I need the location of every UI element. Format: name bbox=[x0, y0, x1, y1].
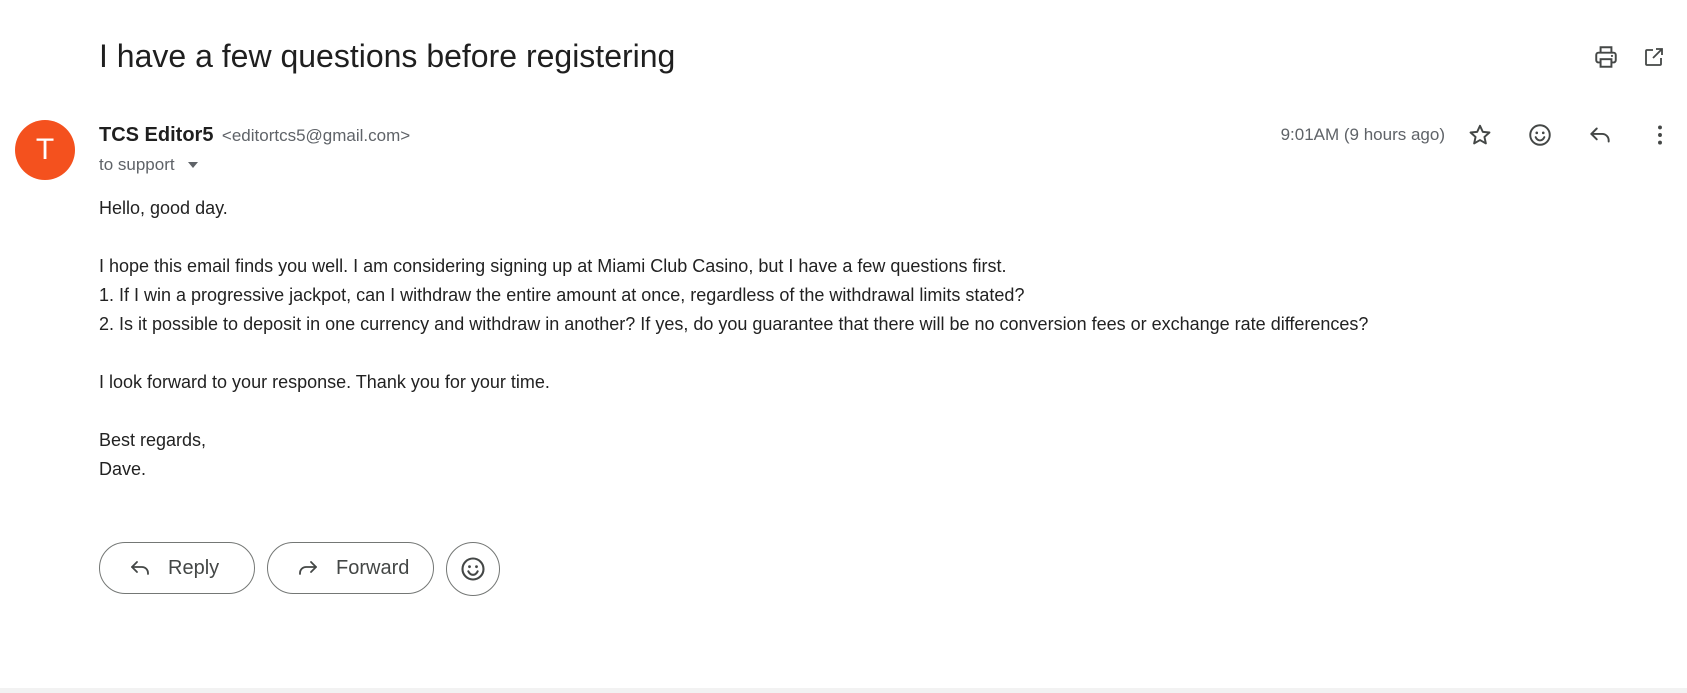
timestamp: 9:01AM (9 hours ago) bbox=[1280, 125, 1445, 144]
email-body: Hello, good day. I hope this email finds… bbox=[99, 194, 1368, 484]
body-signature: Dave. bbox=[99, 459, 147, 479]
sender-name[interactable]: TCS Editor5 bbox=[99, 124, 213, 146]
message-actions bbox=[1463, 118, 1677, 152]
body-line: 2. Is it possible to deposit in one curr… bbox=[99, 314, 1369, 334]
forward-button[interactable]: Forward bbox=[267, 542, 434, 594]
forward-button-label: Forward bbox=[336, 556, 410, 579]
forward-icon bbox=[296, 556, 320, 580]
reply-icon[interactable] bbox=[1583, 118, 1617, 152]
sender-info: TCS Editor5 <editortcs5@gmail.com> bbox=[99, 122, 410, 150]
body-signoff: Best regards, bbox=[99, 430, 207, 450]
email-subject: I have a few questions before registerin… bbox=[99, 38, 676, 74]
avatar-letter: T bbox=[35, 133, 55, 166]
emoji-reaction-icon[interactable] bbox=[1523, 118, 1557, 152]
email-view: I have a few questions before registerin… bbox=[0, 0, 1687, 688]
recipient-info: to support bbox=[99, 153, 203, 177]
chevron-down-icon[interactable] bbox=[183, 155, 203, 175]
star-icon[interactable] bbox=[1463, 118, 1497, 152]
body-line: I hope this email finds you well. I am c… bbox=[99, 256, 1007, 276]
open-in-new-window-icon[interactable] bbox=[1637, 40, 1671, 74]
sender-email: <editortcs5@gmail.com> bbox=[221, 126, 411, 145]
thread-toolbar bbox=[1589, 40, 1671, 74]
print-icon[interactable] bbox=[1589, 40, 1623, 74]
avatar[interactable]: T bbox=[15, 120, 75, 180]
reply-button[interactable]: Reply bbox=[99, 542, 255, 594]
message-meta: 9:01AM (9 hours ago) bbox=[1281, 118, 1677, 152]
more-vertical-icon[interactable] bbox=[1643, 118, 1677, 152]
reply-icon bbox=[128, 556, 152, 580]
body-closing: I look forward to your response. Thank y… bbox=[99, 372, 550, 392]
emoji-icon bbox=[461, 557, 485, 581]
reply-actions: Reply Forward bbox=[99, 542, 500, 596]
reply-button-label: Reply bbox=[168, 556, 220, 579]
body-line: 1. If I win a progressive jackpot, can I… bbox=[99, 285, 1025, 305]
emoji-reaction-button[interactable] bbox=[446, 542, 500, 596]
body-greeting: Hello, good day. bbox=[99, 198, 228, 218]
recipient-text: to support bbox=[99, 155, 175, 174]
